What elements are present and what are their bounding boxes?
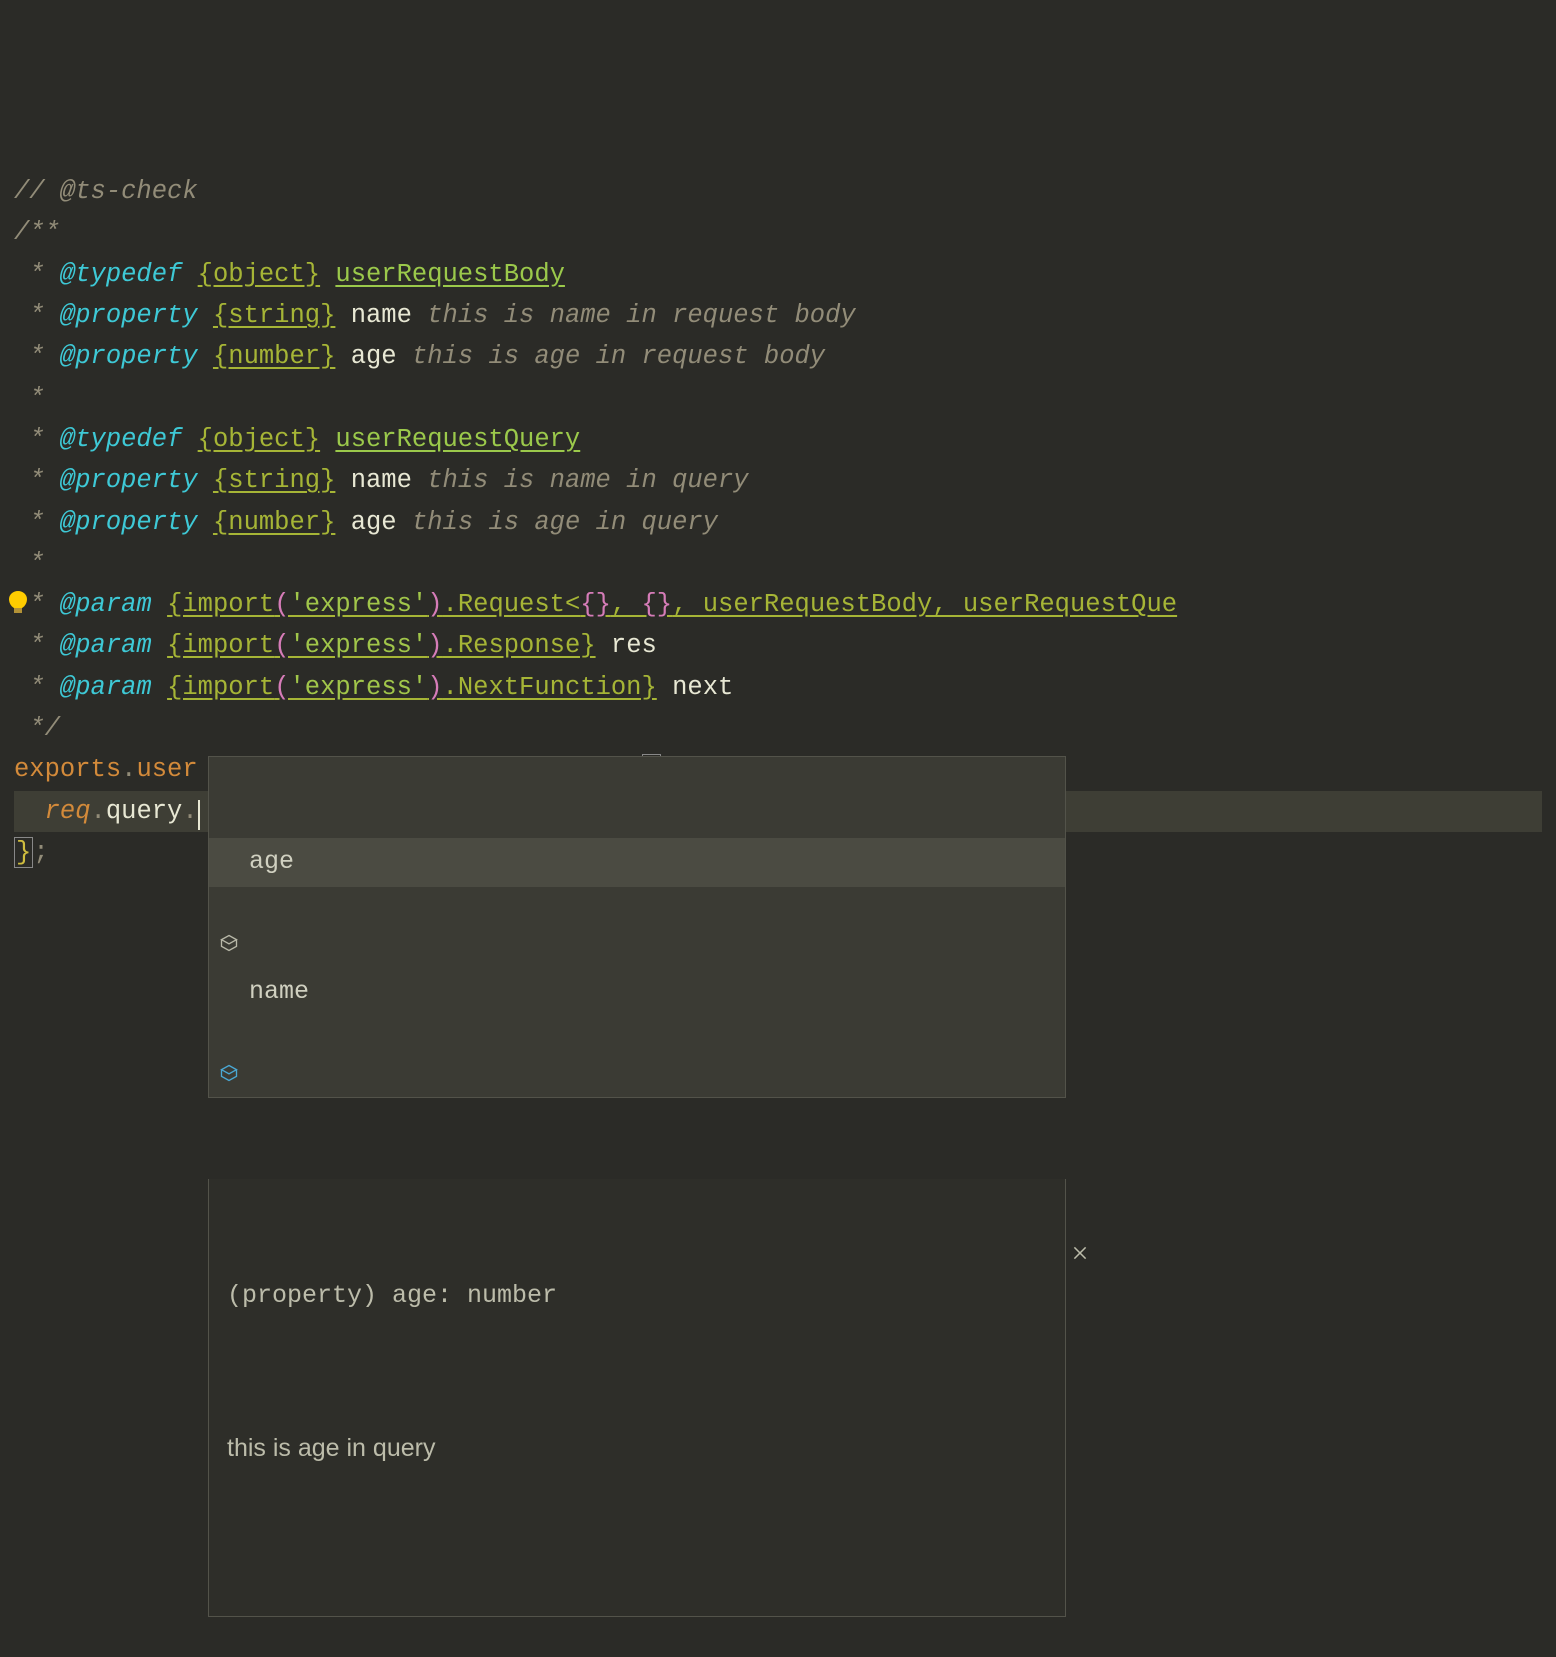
jsdoc-tag-typedef: @typedef [60, 425, 182, 454]
jsdoc-prop-age: age [351, 508, 397, 537]
identifier-req: req [45, 797, 91, 826]
jsdoc-prop-desc: this is name in request body [427, 301, 855, 330]
identifier-query: query [106, 797, 183, 826]
jsdoc-open: /** [14, 218, 60, 247]
jsdoc-type-number: {number} [213, 342, 335, 371]
jsdoc-type-string: {string} [213, 301, 335, 330]
jsdoc-tag-param: @param [60, 631, 152, 660]
jsdoc-prop-name: name [351, 466, 412, 495]
jsdoc-prop-desc: this is age in request body [412, 342, 825, 371]
dot: . [121, 755, 136, 784]
jsdoc-tag-param: @param [60, 590, 152, 619]
jsdoc-star: * [14, 673, 60, 702]
autocomplete-list: age name [208, 756, 1066, 1098]
autocomplete-doc-signature: (property) age: number [227, 1276, 1047, 1317]
autocomplete-item-label: age [249, 842, 294, 883]
jsdoc-star: * [14, 466, 60, 495]
identifier-user: user [136, 755, 197, 784]
jsdoc-star: * [14, 301, 60, 330]
jsdoc-star: * [14, 384, 45, 413]
jsdoc-param-name: res [611, 631, 657, 660]
identifier-exports: exports [14, 755, 121, 784]
jsdoc-star: * [14, 549, 45, 578]
jsdoc-prop-name: name [351, 301, 412, 330]
jsdoc-type-string: {string} [213, 466, 335, 495]
jsdoc-star: * [14, 260, 60, 289]
jsdoc-type-number: {number} [213, 508, 335, 537]
jsdoc-star: * [14, 508, 60, 537]
close-icon[interactable] [1029, 1193, 1047, 1211]
semicolon: ; [33, 838, 48, 867]
jsdoc-star: * [14, 342, 60, 371]
jsdoc-tag-property: @property [60, 301, 198, 330]
jsdoc-typedef-name: userRequestQuery [335, 425, 580, 454]
autocomplete-popup: age name (property) age: number this is … [208, 675, 1066, 1657]
jsdoc-type-object: {object} [198, 425, 320, 454]
autocomplete-doc: (property) age: number this is age in qu… [208, 1179, 1066, 1617]
brace-close: } [14, 837, 33, 868]
field-icon [219, 852, 239, 872]
indent [14, 797, 45, 826]
jsdoc-param-type: {import('express').Response} [167, 631, 596, 660]
jsdoc-prop-desc: this is name in query [427, 466, 748, 495]
jsdoc-tag-property: @property [60, 466, 198, 495]
jsdoc-prop-desc: this is age in query [412, 508, 718, 537]
field-icon [219, 982, 239, 1002]
jsdoc-star: * [14, 631, 60, 660]
jsdoc-prop-age: age [351, 342, 397, 371]
dot: . [91, 797, 106, 826]
ts-check-comment: // @ts-check [14, 177, 198, 206]
jsdoc-typedef-name: userRequestBody [335, 260, 565, 289]
jsdoc-star: * [14, 425, 60, 454]
autocomplete-item-label: name [249, 972, 309, 1013]
text-cursor [198, 800, 200, 830]
jsdoc-tag-property: @property [60, 342, 198, 371]
jsdoc-tag-property: @property [60, 508, 198, 537]
jsdoc-tag-param: @param [60, 673, 152, 702]
autocomplete-item-age[interactable]: age [209, 838, 1065, 887]
jsdoc-tag-typedef: @typedef [60, 260, 182, 289]
autocomplete-doc-description: this is age in query [227, 1428, 1047, 1469]
dot: . [182, 797, 197, 826]
jsdoc-close: */ [14, 714, 60, 743]
jsdoc-type-object: {object} [198, 260, 320, 289]
autocomplete-item-name[interactable]: name [209, 968, 1065, 1017]
jsdoc-param-type: {import('express').Request<{}, {}, userR… [167, 590, 1177, 619]
